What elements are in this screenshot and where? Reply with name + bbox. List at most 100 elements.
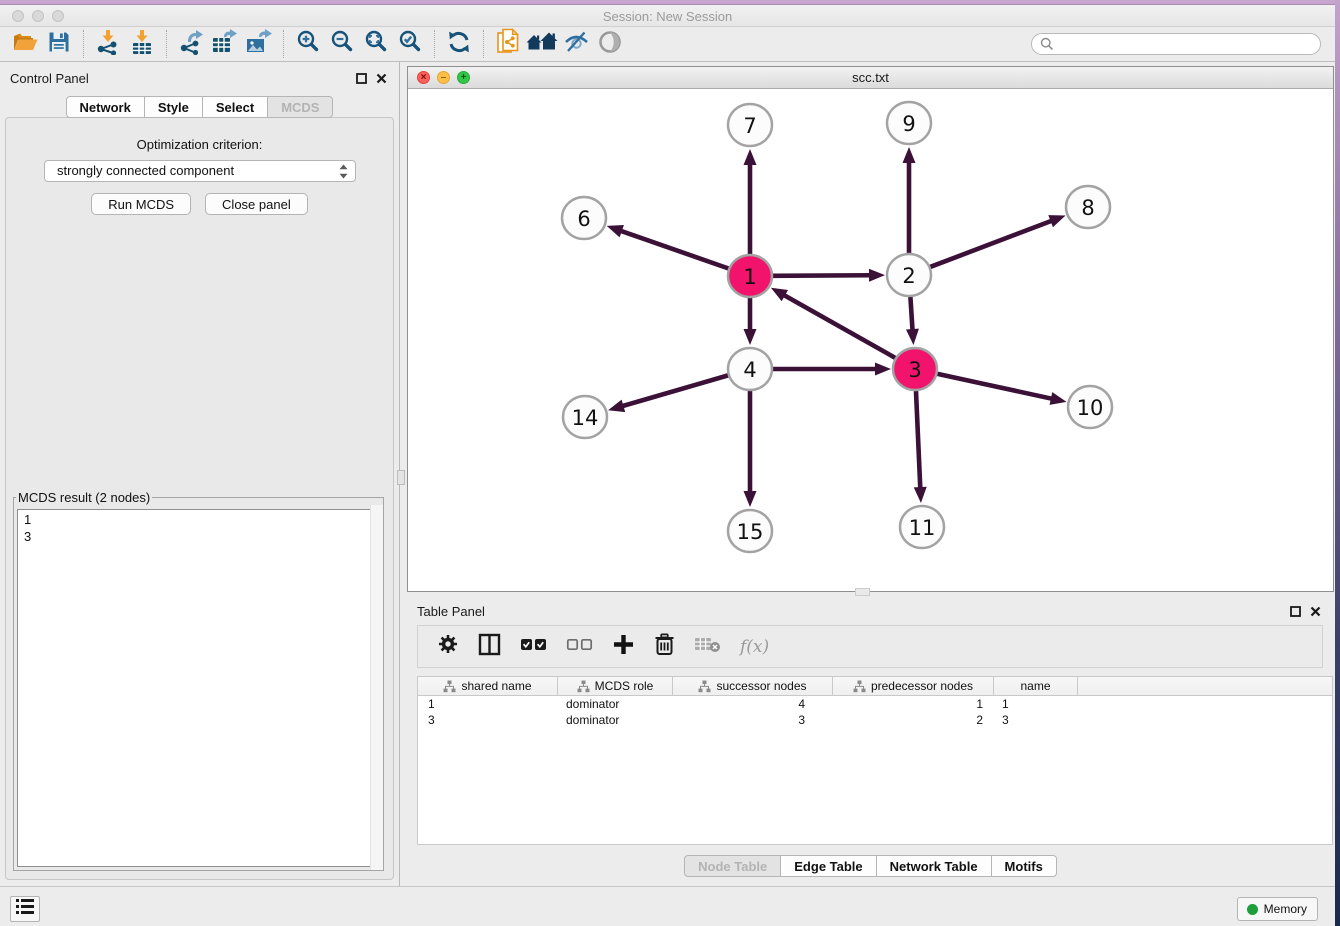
control-tab-network[interactable]: Network: [66, 96, 145, 118]
column-header-name[interactable]: name: [994, 677, 1078, 695]
control-tab-style[interactable]: Style: [145, 96, 203, 118]
close-panel-icon[interactable]: [376, 71, 387, 89]
table-cell[interactable]: 3: [673, 712, 833, 728]
result-scrollbar[interactable]: [370, 505, 383, 870]
import-table-button[interactable]: [125, 29, 159, 59]
zoom-selected-button[interactable]: [393, 29, 427, 59]
export-network-button[interactable]: [174, 29, 208, 59]
graph-edge-2-8[interactable]: [930, 220, 1053, 267]
network-document-icon: [496, 28, 520, 60]
graph-edge-1-2[interactable]: [772, 275, 871, 276]
table-row[interactable]: 3dominator323: [418, 712, 1332, 728]
graph-node-label-10: 10: [1077, 396, 1104, 420]
control-tab-mcds[interactable]: MCDS: [268, 96, 333, 118]
network-graph[interactable]: 7968124314101511: [408, 67, 1333, 569]
search-box: [1031, 33, 1321, 55]
first-neighbors-button[interactable]: [525, 29, 559, 59]
column-header-label: predecessor nodes: [871, 679, 973, 693]
table-settings-button[interactable]: [437, 633, 459, 660]
close-panel-button[interactable]: Close panel: [205, 193, 308, 215]
graph-edge-3-10[interactable]: [936, 374, 1052, 399]
table-tab-network-table[interactable]: Network Table: [877, 855, 992, 877]
zoom-fit-icon: [363, 29, 389, 60]
table-cell[interactable]: dominator: [558, 696, 673, 712]
horizontal-splitter-handle[interactable]: [855, 588, 870, 596]
search-input[interactable]: [1031, 33, 1321, 55]
delete-column-button[interactable]: [654, 633, 675, 661]
table-cell[interactable]: 3: [418, 712, 558, 728]
column-header-label: name: [1020, 679, 1050, 693]
column-header-mcds-role[interactable]: MCDS role: [558, 677, 673, 695]
open-session-button[interactable]: [8, 29, 42, 59]
unselect-all-columns-button[interactable]: [566, 637, 593, 657]
select-all-columns-button[interactable]: [520, 637, 547, 657]
run-mcds-button[interactable]: Run MCDS: [91, 193, 191, 215]
control-panel-title: Control Panel: [10, 71, 89, 86]
function-builder-button[interactable]: f(x): [740, 637, 769, 657]
zoom-out-button[interactable]: [325, 29, 359, 59]
table-cell[interactable]: 1: [833, 696, 994, 712]
table-cell[interactable]: 2: [833, 712, 994, 728]
table-toolbar: f(x): [417, 625, 1323, 668]
main-toolbar: [0, 27, 1335, 62]
graph-edge-3-11[interactable]: [916, 391, 920, 489]
zoom-in-button[interactable]: [291, 29, 325, 59]
hide-graphics-button[interactable]: [559, 29, 593, 59]
export-table-button[interactable]: [208, 29, 242, 59]
table-tab-motifs[interactable]: Motifs: [992, 855, 1057, 877]
graph-arrowhead: [1048, 215, 1065, 227]
new-network-button[interactable]: [491, 29, 525, 59]
table-cell[interactable]: 4: [673, 696, 833, 712]
graph-edge-1-6[interactable]: [620, 231, 729, 269]
column-header-shared-name[interactable]: shared name: [418, 677, 558, 695]
mcds-result-title: MCDS result (2 nodes): [16, 490, 152, 505]
show-columns-button[interactable]: [478, 633, 501, 661]
float-panel-icon[interactable]: [1290, 604, 1301, 622]
export-image-icon: [245, 29, 273, 60]
save-session-button[interactable]: [42, 29, 76, 59]
table-panel-title: Table Panel: [417, 604, 485, 619]
dropdown-stepper-icon: [339, 164, 348, 185]
column-header-label: shared name: [461, 679, 531, 693]
apply-layout-button[interactable]: [442, 29, 476, 59]
import-network-button[interactable]: [91, 29, 125, 59]
column-header-successor-nodes[interactable]: successor nodes: [673, 677, 833, 695]
show-graphics-button[interactable]: [593, 29, 627, 59]
table-row[interactable]: 1dominator411: [418, 696, 1332, 712]
table-cell[interactable]: 1: [994, 696, 1078, 712]
graph-arrowhead: [607, 225, 624, 237]
zoom-fit-button[interactable]: [359, 29, 393, 59]
table-tab-edge-table[interactable]: Edge Table: [781, 855, 876, 877]
graph-arrowhead: [869, 269, 885, 282]
graph-edge-4-14[interactable]: [621, 375, 728, 406]
delete-table-button[interactable]: [694, 634, 721, 659]
graph-edge-2-3[interactable]: [910, 297, 912, 331]
zoom-out-icon: [329, 29, 355, 60]
export-image-button[interactable]: [242, 29, 276, 59]
column-header-predecessor-nodes[interactable]: predecessor nodes: [833, 677, 994, 695]
graph-node-label-11: 11: [909, 516, 936, 540]
eye-icon: [596, 30, 624, 59]
table-cell[interactable]: dominator: [558, 712, 673, 728]
export-network-icon: [178, 29, 204, 60]
control-tab-select[interactable]: Select: [203, 96, 268, 118]
list-icon: [15, 898, 35, 920]
criterion-dropdown[interactable]: strongly connected component: [44, 160, 356, 182]
memory-button[interactable]: Memory: [1237, 897, 1318, 921]
application-window: Session: New Session: [0, 0, 1340, 926]
create-column-button[interactable]: [612, 633, 635, 661]
close-panel-icon[interactable]: [1310, 604, 1321, 622]
float-panel-icon[interactable]: [356, 71, 367, 89]
graph-node-label-2: 2: [902, 264, 915, 288]
graph-edge-3-1[interactable]: [783, 295, 896, 359]
vertical-splitter-handle[interactable]: [397, 470, 405, 485]
table-tab-node-table[interactable]: Node Table: [684, 855, 781, 877]
optimization-criterion-label: Optimization criterion:: [6, 137, 393, 152]
table-cell[interactable]: 3: [994, 712, 1078, 728]
graph-arrowhead: [744, 149, 757, 165]
mcds-tab-content: Optimization criterion: strongly connect…: [5, 117, 394, 880]
column-header-label: MCDS role: [595, 679, 654, 693]
task-history-button[interactable]: [10, 896, 40, 922]
table-cell[interactable]: 1: [418, 696, 558, 712]
mcds-result-text[interactable]: 1 3: [17, 509, 380, 867]
